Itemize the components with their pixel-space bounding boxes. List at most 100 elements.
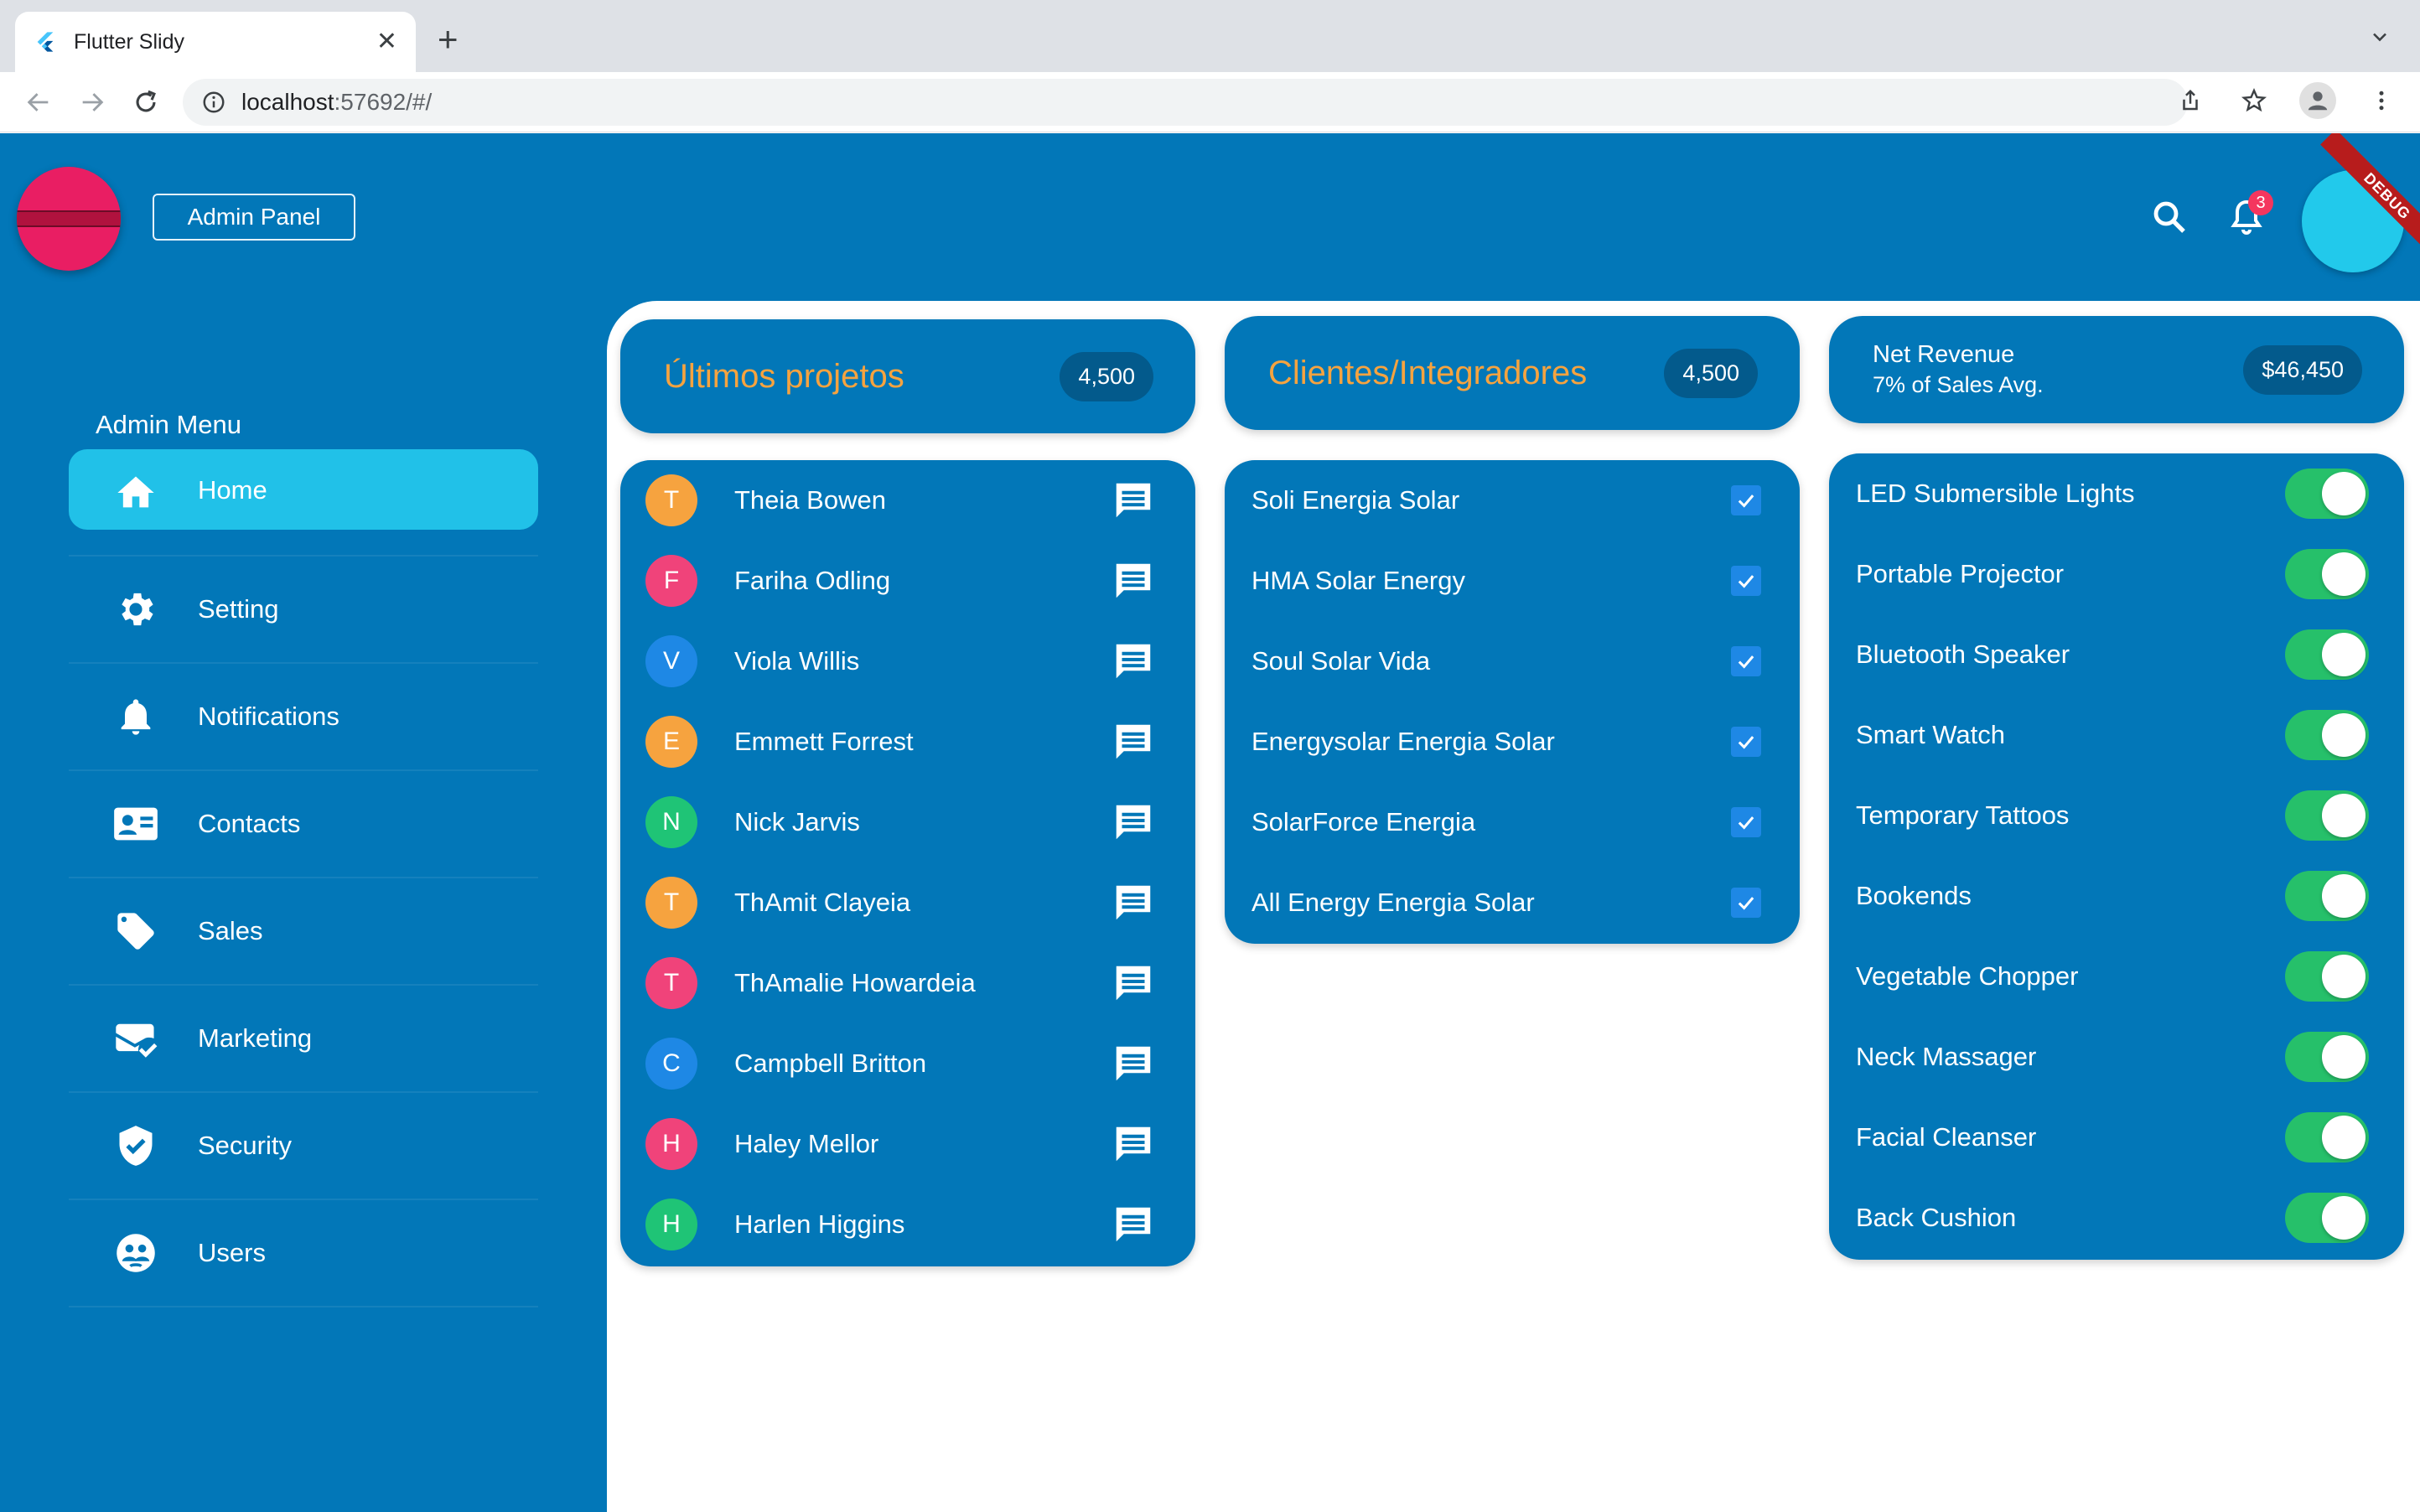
notification-bell-icon[interactable]: 3 xyxy=(2221,190,2273,242)
toggle-switch[interactable] xyxy=(2285,790,2369,841)
clients-count-badge: 4,500 xyxy=(1664,348,1758,398)
home-icon xyxy=(112,469,159,516)
message-icon[interactable] xyxy=(1110,799,1157,846)
sidebar-item-users[interactable]: Users xyxy=(69,1200,538,1307)
toggle-switch[interactable] xyxy=(2285,549,2369,599)
toggle-switch[interactable] xyxy=(2285,1032,2369,1082)
list-item[interactable]: Energysolar Energia Solar xyxy=(1225,702,1800,782)
sidebar-item-home[interactable]: Home xyxy=(69,449,538,557)
list-item: Bookends xyxy=(1829,856,2404,936)
message-icon[interactable] xyxy=(1110,718,1157,765)
list-item[interactable]: Soli Energia Solar xyxy=(1225,460,1800,541)
contacts-icon xyxy=(112,800,159,847)
person-name: Fariha Odling xyxy=(734,566,891,595)
list-item[interactable]: T ThAmalie Howardeia xyxy=(620,943,1195,1023)
checkbox-checked-icon[interactable] xyxy=(1731,646,1761,676)
user-avatar[interactable] xyxy=(2302,170,2404,272)
toggle-switch[interactable] xyxy=(2285,871,2369,921)
avatar: V xyxy=(645,635,697,687)
person-name: Haley Mellor xyxy=(734,1129,879,1158)
list-item[interactable]: T ThAmit Clayeia xyxy=(620,862,1195,943)
avatar: T xyxy=(645,877,697,929)
avatar: E xyxy=(645,716,697,768)
site-info-icon[interactable] xyxy=(201,90,226,115)
checkbox-checked-icon[interactable] xyxy=(1731,888,1761,918)
product-name: Temporary Tattoos xyxy=(1856,800,2070,830)
list-item[interactable]: E Emmett Forrest xyxy=(620,702,1195,782)
list-item[interactable]: Soul Solar Vida xyxy=(1225,621,1800,702)
sidebar-item-sales[interactable]: Sales xyxy=(69,878,538,986)
flutter-icon xyxy=(37,32,54,52)
avatar: F xyxy=(645,555,697,607)
message-icon[interactable] xyxy=(1110,1201,1157,1248)
browser-menu-icon[interactable] xyxy=(2363,82,2400,119)
back-icon[interactable] xyxy=(22,85,55,119)
products-list-card: LED Submersible Lights Portable Projecto… xyxy=(1829,453,2404,1260)
projects-title: Últimos projetos xyxy=(664,357,904,395)
avatar: T xyxy=(645,474,697,526)
bookmark-star-icon[interactable] xyxy=(2236,82,2272,119)
message-icon[interactable] xyxy=(1110,477,1157,524)
message-icon[interactable] xyxy=(1110,1121,1157,1168)
browser-tab[interactable]: Flutter Slidy ✕ xyxy=(15,12,416,72)
list-item[interactable]: C Campbell Britton xyxy=(620,1023,1195,1104)
list-item[interactable]: H Harlen Higgins xyxy=(620,1184,1195,1265)
list-item[interactable]: SolarForce Energia xyxy=(1225,782,1800,862)
list-item[interactable]: T Theia Bowen xyxy=(620,460,1195,541)
message-icon[interactable] xyxy=(1110,1040,1157,1087)
sidebar-item-setting[interactable]: Setting xyxy=(69,557,538,664)
message-icon[interactable] xyxy=(1110,557,1157,604)
app-logo[interactable] xyxy=(17,167,121,271)
product-name: Bookends xyxy=(1856,881,1972,910)
list-item: Bluetooth Speaker xyxy=(1829,614,2404,695)
clients-title: Clientes/Integradores xyxy=(1268,354,1588,391)
list-item: Facial Cleanser xyxy=(1829,1097,2404,1178)
new-tab-icon[interactable]: + xyxy=(438,22,459,57)
admin-panel-button[interactable]: Admin Panel xyxy=(153,194,355,241)
message-icon[interactable] xyxy=(1110,638,1157,685)
forward-icon[interactable] xyxy=(75,85,109,119)
toggle-switch[interactable] xyxy=(2285,469,2369,519)
checkbox-checked-icon[interactable] xyxy=(1731,727,1761,757)
share-icon[interactable] xyxy=(2172,82,2209,119)
list-item: Temporary Tattoos xyxy=(1829,775,2404,856)
product-name: Back Cushion xyxy=(1856,1203,2017,1232)
sidebar-item-label: Marketing xyxy=(198,1023,313,1053)
profile-icon[interactable] xyxy=(2299,82,2336,119)
list-item[interactable]: V Viola Willis xyxy=(620,621,1195,702)
checkbox-checked-icon[interactable] xyxy=(1731,807,1761,837)
app-header: Admin Panel 3 DEBUG xyxy=(0,133,2420,301)
address-bar[interactable]: localhost:57692/#/ xyxy=(183,79,2188,126)
checkbox-checked-icon[interactable] xyxy=(1731,485,1761,515)
tab-close-icon[interactable]: ✕ xyxy=(376,29,397,54)
toggle-switch[interactable] xyxy=(2285,1193,2369,1243)
toggle-switch[interactable] xyxy=(2285,1112,2369,1162)
checkbox-checked-icon[interactable] xyxy=(1731,566,1761,596)
message-icon[interactable] xyxy=(1110,960,1157,1007)
toggle-switch[interactable] xyxy=(2285,951,2369,1002)
sidebar-item-label: Notifications xyxy=(198,702,339,731)
message-icon[interactable] xyxy=(1110,879,1157,926)
person-name: Harlen Higgins xyxy=(734,1209,905,1239)
list-item[interactable]: F Fariha Odling xyxy=(620,541,1195,621)
list-item[interactable]: N Nick Jarvis xyxy=(620,782,1195,862)
sidebar-item-contacts[interactable]: Contacts xyxy=(69,771,538,878)
projects-list-card: T Theia Bowen F Fariha Odling V Viola Wi… xyxy=(620,460,1195,1266)
browser-tab-strip: Flutter Slidy ✕ + xyxy=(0,0,2420,72)
search-icon[interactable] xyxy=(2146,194,2193,241)
sidebar-item-notifications[interactable]: Notifications xyxy=(69,664,538,771)
toggle-switch[interactable] xyxy=(2285,629,2369,680)
toggle-switch[interactable] xyxy=(2285,710,2369,760)
list-item[interactable]: H Haley Mellor xyxy=(620,1104,1195,1184)
list-item[interactable]: HMA Solar Energy xyxy=(1225,541,1800,621)
reload-icon[interactable] xyxy=(129,85,163,119)
sidebar-item-marketing[interactable]: Marketing xyxy=(69,986,538,1093)
sidebar-item-security[interactable]: Security xyxy=(69,1093,538,1200)
tab-search-chevron-icon[interactable] xyxy=(2368,25,2391,53)
person-name: ThAmalie Howardeia xyxy=(734,968,976,997)
list-item: Portable Projector xyxy=(1829,534,2404,614)
person-name: Viola Willis xyxy=(734,646,860,676)
list-item[interactable]: All Energy Energia Solar xyxy=(1225,862,1800,943)
sidebar-title: Admin Menu xyxy=(96,410,242,439)
avatar: T xyxy=(645,957,697,1009)
